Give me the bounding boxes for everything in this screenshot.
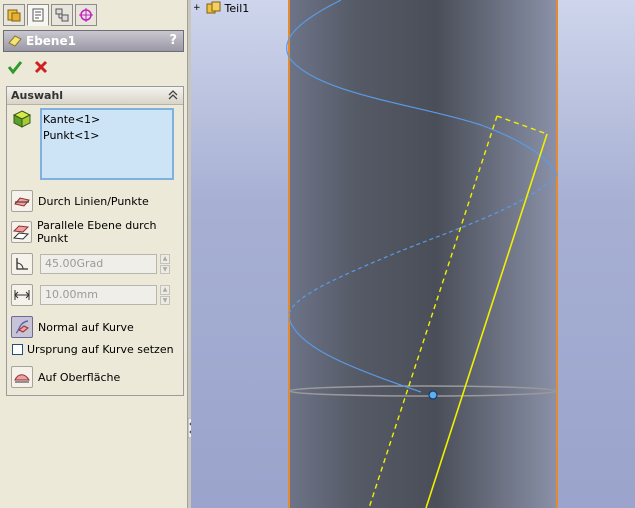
origin-on-curve-label: Ursprung auf Kurve setzen: [27, 343, 174, 356]
origin-on-curve-option[interactable]: Ursprung auf Kurve setzen: [12, 343, 174, 356]
feature-tree-icon: [7, 9, 21, 22]
selection-list[interactable]: Kante<1> Punkt<1>: [40, 108, 174, 180]
checkmark-icon: [7, 61, 23, 75]
parallel-plane-option[interactable]: Parallele Ebene durch Punkt: [11, 219, 183, 245]
selection-group-label: Auswahl: [11, 89, 64, 102]
distance-row: 10.00mm ▲ ▼: [11, 283, 170, 307]
plane-feature-icon: [8, 35, 22, 47]
angle-icon: [16, 258, 28, 270]
through-lines-points-label: Durch Linien/Punkte: [38, 194, 149, 208]
graphics-area[interactable]: + Teil1: [191, 0, 635, 508]
tree-expander[interactable]: +: [193, 3, 201, 13]
selection-group: Auswahl Kante<1> Punkt<1> Durch Linien/P…: [6, 86, 184, 396]
feature-manager-tab[interactable]: [3, 4, 25, 26]
reference-entity-cube-icon: [12, 110, 32, 128]
origin-on-curve-checkbox[interactable]: [12, 344, 23, 355]
help-button[interactable]: ?: [169, 33, 177, 48]
plane-through-line-icon: [14, 197, 30, 207]
normal-to-curve-icon: [15, 320, 29, 334]
angle-input[interactable]: 45.00Grad: [40, 254, 157, 274]
spin-up-icon[interactable]: ▲: [160, 285, 170, 295]
close-icon: [34, 60, 48, 74]
cancel-button[interactable]: [32, 58, 50, 76]
normal-to-curve-button[interactable]: [11, 316, 33, 338]
property-manager-panel: Ebene1 ? Auswahl Kante<1> Punkt<1> Durch…: [0, 0, 188, 508]
dimxpert-manager-tab[interactable]: [75, 4, 97, 26]
selection-item-edge[interactable]: Kante<1>: [43, 112, 171, 128]
ok-button[interactable]: [6, 58, 24, 76]
model-scene[interactable]: [191, 0, 635, 508]
property-manager-tab[interactable]: [27, 4, 49, 26]
on-surface-label: Auf Oberfläche: [38, 370, 121, 384]
selection-item-point[interactable]: Punkt<1>: [43, 128, 171, 144]
distance-icon: [14, 290, 30, 300]
configuration-icon: [55, 8, 69, 22]
distance-button[interactable]: [11, 284, 33, 306]
on-surface-icon: [14, 374, 30, 383]
angle-button[interactable]: [11, 253, 33, 275]
through-lines-points-button[interactable]: [11, 190, 33, 212]
feature-title-bar: Ebene1 ?: [3, 30, 184, 52]
crosshair-icon: [79, 8, 93, 22]
spin-down-icon[interactable]: ▼: [160, 295, 170, 305]
tree-root-label: Teil1: [224, 1, 250, 15]
feature-tree-root[interactable]: + Teil1: [193, 1, 249, 15]
parallel-plane-button[interactable]: [11, 221, 32, 243]
parallel-plane-label: Parallele Ebene durch Punkt: [36, 219, 157, 245]
distance-input[interactable]: 10.00mm: [40, 285, 157, 305]
part-icon: [206, 1, 221, 14]
parallel-plane-icon: [13, 225, 30, 240]
cylinder-body[interactable]: [289, 0, 557, 508]
on-surface-option[interactable]: Auf Oberfläche: [11, 365, 120, 389]
spin-up-icon[interactable]: ▲: [160, 254, 170, 264]
property-sheet-icon: [32, 8, 44, 22]
normal-to-curve-option[interactable]: Normal auf Kurve: [11, 315, 134, 339]
angle-row: 45.00Grad ▲ ▼: [11, 252, 170, 276]
normal-to-curve-label: Normal auf Kurve: [38, 320, 134, 334]
distance-spinner[interactable]: ▲ ▼: [160, 285, 170, 305]
collapse-chevron-icon[interactable]: [168, 90, 178, 100]
configuration-manager-tab[interactable]: [51, 4, 73, 26]
selection-group-header[interactable]: Auswahl: [7, 87, 183, 105]
angle-spinner[interactable]: ▲ ▼: [160, 254, 170, 274]
selected-point-marker[interactable]: [428, 390, 438, 400]
on-surface-button[interactable]: [11, 366, 33, 388]
spin-down-icon[interactable]: ▼: [160, 264, 170, 274]
manager-tabs: [3, 4, 97, 28]
feature-title: Ebene1: [26, 34, 76, 48]
through-lines-points-option[interactable]: Durch Linien/Punkte: [11, 189, 149, 213]
